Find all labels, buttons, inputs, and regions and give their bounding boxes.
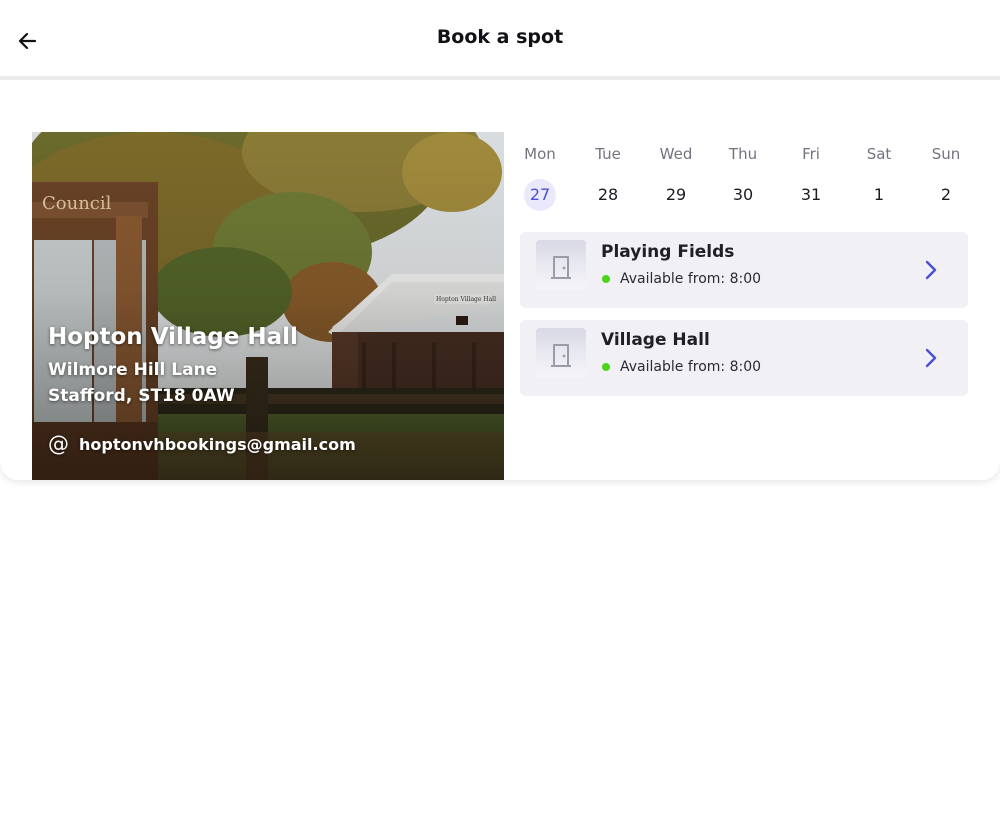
day-mon[interactable]: Mon 27: [506, 144, 574, 214]
week-calendar: Mon 27 Tue 28 Wed 29 Thu 30 Fri 31 Sat 1…: [506, 144, 980, 214]
day-tue[interactable]: Tue 28: [574, 144, 642, 214]
board-sign-text: Council: [42, 193, 112, 214]
top-bar: Book a spot: [0, 0, 1000, 76]
booking-card: Book a spot Council Hopton Village Hall …: [0, 0, 1000, 480]
day-thu[interactable]: Thu 30: [709, 144, 777, 214]
facility-name: Village Hall: [601, 330, 710, 350]
day-number: 1: [873, 185, 885, 204]
facility-availability: Available from: 8:00: [602, 359, 761, 375]
hall-sign-text: Hopton Village Hall: [436, 296, 496, 303]
day-fri[interactable]: Fri 31: [777, 144, 845, 214]
venue-email-row[interactable]: @ hoptonvhbookings@gmail.com: [48, 434, 356, 455]
at-sign-icon: @: [48, 432, 69, 456]
facility-name: Playing Fields: [601, 242, 735, 262]
venue-photo: Council Hopton Village Hall: [32, 132, 504, 480]
venue-banner: Council Hopton Village Hall Hopton Villa…: [32, 132, 504, 480]
facility-card-village-hall[interactable]: Village Hall Available from: 8:00: [520, 320, 968, 396]
facility-thumbnail: [536, 240, 586, 290]
day-name: Thu: [728, 145, 758, 163]
day-name: Wed: [659, 145, 693, 163]
day-number: 2: [940, 185, 952, 204]
chevron-right-icon[interactable]: [924, 348, 938, 368]
day-name: Sat: [866, 145, 892, 163]
door-icon: [551, 256, 571, 279]
availability-text: Available from: 8:00: [620, 359, 762, 375]
available-dot-icon: [602, 275, 610, 283]
availability-text: Available from: 8:00: [620, 271, 762, 287]
facility-thumbnail: [536, 328, 586, 378]
header-divider: [0, 76, 1000, 80]
venue-email[interactable]: hoptonvhbookings@gmail.com: [79, 435, 356, 454]
day-number: 29: [665, 185, 687, 204]
facility-availability: Available from: 8:00: [602, 271, 761, 287]
day-name: Sun: [931, 145, 961, 163]
venue-address-line1: Wilmore Hill Lane: [48, 360, 218, 380]
day-name: Fri: [802, 145, 820, 163]
chevron-right-icon[interactable]: [924, 260, 938, 280]
venue-address-line2: Stafford, ST18 0AW: [48, 386, 235, 406]
day-number: 27: [524, 179, 556, 211]
day-number: 30: [732, 185, 754, 204]
day-wed[interactable]: Wed 29: [642, 144, 710, 214]
day-number: 28: [597, 185, 619, 204]
venue-name: Hopton Village Hall: [48, 324, 298, 350]
day-sun[interactable]: Sun 2: [912, 144, 980, 214]
day-name: Mon: [524, 145, 556, 163]
facility-card-playing-fields[interactable]: Playing Fields Available from: 8:00: [520, 232, 968, 308]
page-title: Book a spot: [436, 26, 564, 48]
day-name: Tue: [595, 145, 621, 163]
door-icon: [551, 344, 571, 367]
available-dot-icon: [602, 363, 610, 371]
day-sat[interactable]: Sat 1: [845, 144, 913, 214]
day-number: 31: [800, 185, 822, 204]
